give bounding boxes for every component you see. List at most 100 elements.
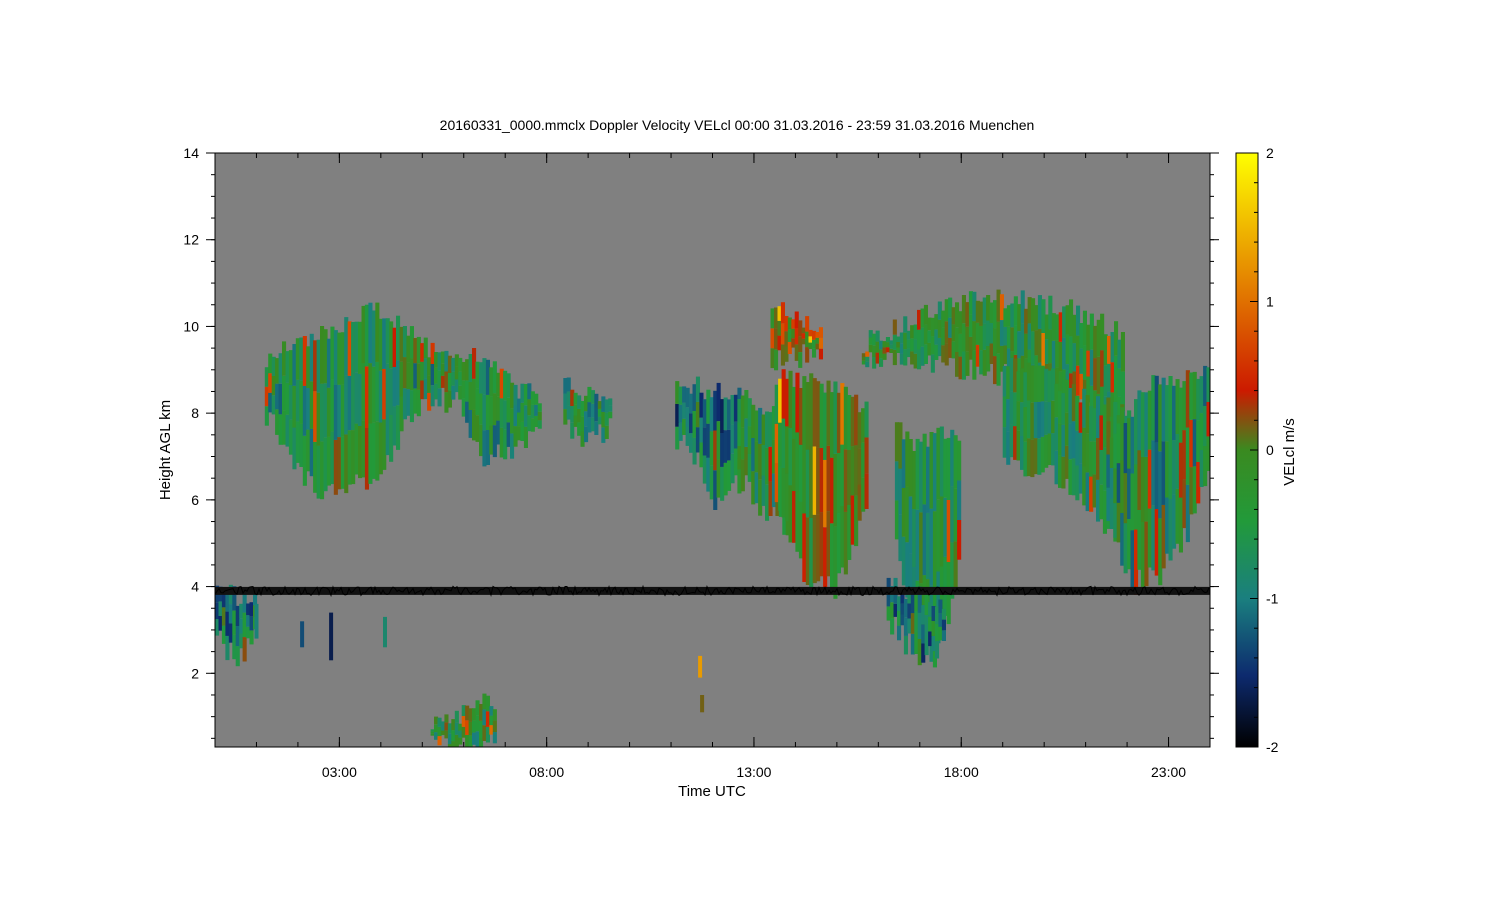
velocity-cell (333, 385, 338, 440)
velocity-cell (840, 444, 845, 507)
velocity-cell (965, 326, 970, 352)
velocity-cell (337, 332, 342, 385)
velocity-cell (496, 420, 501, 445)
velocity-cell (1109, 498, 1114, 529)
velocity-cell (702, 399, 707, 428)
velocity-cell (826, 445, 831, 511)
velocity-cell (440, 351, 445, 364)
velocity-cell (472, 409, 477, 441)
velocity-cell (720, 466, 725, 501)
velocity-cell (720, 433, 725, 467)
velocity-cell (580, 416, 585, 432)
velocity-cell (864, 473, 869, 509)
velocity-cell (597, 408, 602, 417)
velocity-cell (608, 411, 613, 419)
velocity-cell (1072, 343, 1077, 372)
velocity-cell (527, 399, 532, 416)
velocity-cell (808, 342, 813, 349)
velocity-cell (368, 363, 373, 424)
doppler-velocity-chart: 20160331_0000.mmclx Doppler Velocity VEL… (157, 117, 1298, 800)
velocity-cell (1009, 391, 1014, 425)
velocity-cell (780, 302, 785, 324)
velocity-cell (440, 730, 445, 736)
velocity-cell (282, 341, 287, 376)
velocity-cell (520, 421, 525, 441)
velocity-cell (900, 603, 905, 615)
velocity-cell (527, 383, 532, 400)
velocity-cell (892, 319, 897, 335)
velocity-cell (892, 334, 897, 350)
colorbar-tick-label: 0 (1266, 442, 1274, 458)
velocity-cell (1085, 433, 1090, 473)
velocity-cell (787, 317, 792, 330)
velocity-cell (420, 361, 425, 381)
velocity-cell (993, 328, 998, 357)
velocity-cell (682, 386, 687, 403)
velocity-cell (890, 618, 895, 635)
velocity-cell (382, 368, 387, 420)
velocity-cell (573, 392, 578, 405)
velocity-cell (794, 327, 799, 345)
velocity-cell (1116, 423, 1121, 464)
velocity-cell (953, 541, 958, 595)
velocity-cell (908, 439, 913, 497)
velocity-cell (434, 367, 439, 384)
velocity-cell (333, 330, 338, 385)
velocity-cell (492, 720, 497, 732)
velocity-cell (1092, 441, 1097, 475)
velocity-cell (368, 302, 373, 364)
velocity-cell (955, 352, 960, 377)
velocity-cell (826, 380, 831, 446)
x-tick-label: 13:00 (736, 764, 771, 780)
velocity-cell (482, 358, 487, 395)
velocity-cell (1178, 442, 1183, 498)
velocity-cell (434, 352, 439, 368)
velocity-cell (351, 376, 356, 430)
velocity-cell (406, 335, 411, 363)
velocity-cell (1031, 298, 1036, 332)
velocity-cell (917, 612, 922, 639)
velocity-cell (1102, 404, 1107, 448)
velocity-cell (923, 344, 928, 364)
velocity-cell (382, 419, 387, 470)
velocity-cell (368, 423, 373, 484)
velocity-cell (1086, 350, 1091, 377)
velocity-cell (465, 380, 470, 402)
velocity-cell (288, 384, 293, 420)
velocity-cell (482, 709, 487, 726)
velocity-cell (1086, 324, 1091, 351)
velocity-cell (489, 725, 494, 735)
velocity-cell (778, 422, 783, 467)
velocity-cell (957, 520, 962, 560)
velocity-cell (1071, 421, 1076, 459)
velocity-cell (770, 308, 775, 329)
velocity-cell (594, 421, 599, 435)
velocity-cell (406, 389, 411, 416)
velocity-cell (427, 392, 432, 411)
velocity-cell (1102, 447, 1107, 491)
velocity-cell (537, 420, 542, 429)
colorbar-tick-label: -1 (1266, 591, 1279, 607)
velocity-cell (1069, 299, 1074, 337)
velocity-cell (795, 432, 800, 493)
velocity-cell (566, 391, 571, 406)
velocity-cell (915, 438, 920, 510)
velocity-cell (475, 388, 480, 416)
velocity-cell (375, 421, 380, 481)
velocity-cell (475, 715, 480, 732)
velocity-cell (221, 607, 226, 626)
velocity-cell (482, 394, 487, 431)
velocity-cell (1140, 392, 1145, 458)
velocity-cell (774, 349, 779, 371)
velocity-cell (489, 396, 494, 426)
colorbar-tick-label: 1 (1266, 294, 1274, 310)
velocity-cell (299, 337, 304, 381)
velocity-cell (1192, 419, 1197, 467)
velocity-cell (910, 633, 915, 655)
velocity-cell (413, 388, 418, 414)
velocity-cell (1017, 331, 1022, 359)
velocity-cell (1185, 370, 1190, 428)
velocity-cell (941, 619, 946, 631)
velocity-cell (816, 381, 821, 448)
velocity-cell (931, 606, 936, 621)
